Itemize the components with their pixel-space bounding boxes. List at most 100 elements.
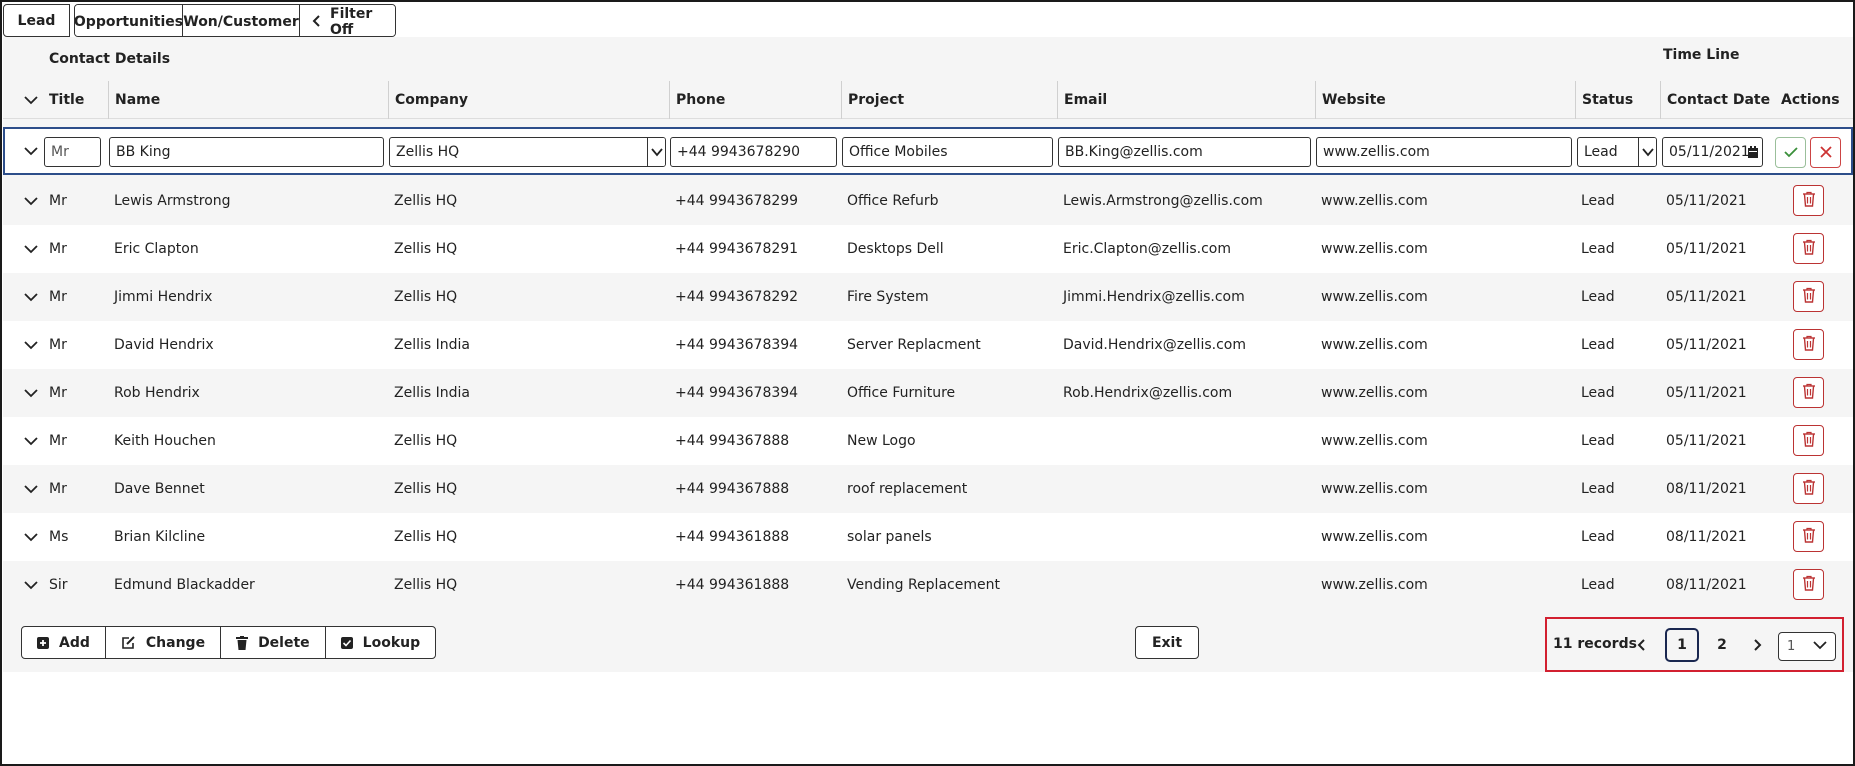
- page-size-select[interactable]: 1: [1778, 632, 1836, 661]
- website-field[interactable]: www.zellis.com: [1316, 137, 1572, 167]
- cell-phone: +44 994367888: [675, 433, 790, 449]
- page-1-button[interactable]: 1: [1665, 628, 1699, 662]
- trash-icon: [1802, 575, 1816, 595]
- table-row[interactable]: Mr Eric Clapton Zellis HQ +44 9943678291 Des…: [3, 225, 1853, 273]
- col-actions: Actions: [1781, 92, 1840, 108]
- cell-title: Sir: [49, 577, 68, 593]
- col-website[interactable]: Website: [1315, 81, 1386, 119]
- cell-phone: +44 9943678394: [675, 337, 799, 353]
- table-row[interactable]: Ms Brian Kilcline Zellis HQ +44 994361888 so…: [3, 513, 1853, 561]
- cell-status: Lead: [1581, 385, 1615, 401]
- contact-date-field[interactable]: 05/11/2021: [1662, 137, 1763, 167]
- cell-title: Mr: [49, 433, 67, 449]
- chevron-down-icon[interactable]: [647, 138, 665, 166]
- phone-field[interactable]: +44 9943678290: [670, 137, 837, 167]
- delete-row-button[interactable]: [1793, 377, 1824, 408]
- delete-button[interactable]: Delete: [221, 627, 326, 658]
- name-field[interactable]: BB King: [109, 137, 384, 167]
- col-contact-date[interactable]: Contact Date: [1660, 81, 1770, 119]
- delete-row-button[interactable]: [1793, 473, 1824, 504]
- plus-square-icon: [37, 636, 49, 649]
- edit-icon: [121, 635, 136, 650]
- cell-title: Mr: [49, 241, 67, 257]
- next-page-button[interactable]: [1747, 633, 1767, 657]
- table-row[interactable]: Mr Rob Hendrix Zellis India +44 9943678394 O…: [3, 369, 1853, 417]
- cell-name: Jimmi Hendrix: [114, 289, 213, 305]
- table-row[interactable]: Mr David Hendrix Zellis India +44 994367839…: [3, 321, 1853, 369]
- delete-row-button[interactable]: [1793, 569, 1824, 600]
- page-2-button[interactable]: 2: [1705, 628, 1739, 662]
- record-count: 11 records: [1553, 636, 1637, 652]
- col-status[interactable]: Status: [1575, 81, 1633, 119]
- cell-company: Zellis HQ: [394, 433, 458, 449]
- trash-icon: [1802, 527, 1816, 547]
- cell-date: 05/11/2021: [1666, 193, 1747, 209]
- table-row[interactable]: Mr Jimmi Hendrix Zellis HQ +44 9943678292 Fi…: [3, 273, 1853, 321]
- delete-row-button[interactable]: [1793, 185, 1824, 216]
- table-row[interactable]: Mr Lewis Armstrong Zellis HQ +44 9943678299…: [3, 177, 1853, 225]
- calendar-icon[interactable]: [1744, 138, 1762, 166]
- table-row[interactable]: Mr Dave Bennet Zellis HQ +44 994367888 roof …: [3, 465, 1853, 513]
- delete-row-button[interactable]: [1793, 329, 1824, 360]
- cell-company: Zellis HQ: [394, 577, 458, 593]
- tab-won-customer[interactable]: Won/Customer: [183, 5, 300, 36]
- email-field[interactable]: BB.King@zellis.com: [1058, 137, 1311, 167]
- cell-website: www.zellis.com: [1321, 577, 1428, 593]
- tab-lead[interactable]: Lead: [3, 4, 70, 37]
- delete-row-button[interactable]: [1793, 233, 1824, 264]
- chevron-down-icon[interactable]: [23, 577, 39, 593]
- delete-row-button[interactable]: [1793, 281, 1824, 312]
- chevron-down-icon[interactable]: [23, 385, 39, 401]
- project-field[interactable]: Office Mobiles: [842, 137, 1053, 167]
- cell-email: Lewis.Armstrong@zellis.com: [1063, 193, 1263, 209]
- lookup-button[interactable]: Lookup: [326, 627, 435, 658]
- change-button[interactable]: Change: [106, 627, 222, 658]
- cell-status: Lead: [1581, 481, 1615, 497]
- cell-project: Office Furniture: [847, 385, 956, 401]
- chevron-down-icon[interactable]: [23, 143, 39, 159]
- chevron-down-icon[interactable]: [23, 529, 39, 545]
- prev-page-button[interactable]: [1632, 633, 1652, 657]
- cell-name: Eric Clapton: [114, 241, 199, 257]
- cell-name: Keith Houchen: [114, 433, 216, 449]
- exit-button[interactable]: Exit: [1135, 626, 1199, 659]
- table-row[interactable]: Sir Edmund Blackadder Zellis HQ +44 9943618…: [3, 561, 1853, 609]
- chevron-down-icon[interactable]: [23, 337, 39, 353]
- column-header-row: Title Name Company Phone Project Email W…: [3, 81, 1853, 119]
- cancel-button[interactable]: [1810, 137, 1841, 168]
- cell-website: www.zellis.com: [1321, 289, 1428, 305]
- col-email[interactable]: Email: [1057, 81, 1107, 119]
- table-row[interactable]: Mr Keith Houchen Zellis HQ +44 994367888 New…: [3, 417, 1853, 465]
- company-select[interactable]: Zellis HQ: [389, 137, 666, 167]
- cell-website: www.zellis.com: [1321, 337, 1428, 353]
- col-project[interactable]: Project: [841, 81, 904, 119]
- col-name[interactable]: Name: [108, 81, 160, 119]
- chevron-down-icon[interactable]: [23, 241, 39, 257]
- cell-project: New Logo: [847, 433, 916, 449]
- chevron-right-icon: [1752, 636, 1762, 655]
- title-field[interactable]: Mr: [44, 137, 101, 167]
- delete-row-button[interactable]: [1793, 521, 1824, 552]
- delete-row-button[interactable]: [1793, 425, 1824, 456]
- cell-website: www.zellis.com: [1321, 385, 1428, 401]
- filter-toggle-button[interactable]: Filter Off: [300, 5, 395, 36]
- confirm-button[interactable]: [1775, 137, 1806, 168]
- chevron-down-icon[interactable]: [23, 481, 39, 497]
- chevron-down-icon[interactable]: [23, 289, 39, 305]
- cell-phone: +44 994361888: [675, 529, 790, 545]
- check-square-icon: [340, 636, 353, 649]
- col-company[interactable]: Company: [388, 81, 468, 119]
- chevron-down-icon[interactable]: [23, 193, 39, 209]
- chevron-down-icon[interactable]: [23, 92, 39, 108]
- status-select[interactable]: Lead: [1577, 137, 1657, 167]
- chevron-down-icon[interactable]: [23, 433, 39, 449]
- chevron-down-icon[interactable]: [1638, 138, 1656, 166]
- close-icon: [1819, 143, 1832, 162]
- cell-website: www.zellis.com: [1321, 241, 1428, 257]
- col-title[interactable]: Title: [49, 81, 84, 119]
- col-phone[interactable]: Phone: [669, 81, 725, 119]
- page-select-value: 1: [1787, 639, 1796, 654]
- add-button[interactable]: Add: [22, 627, 106, 658]
- tab-opportunities[interactable]: Opportunities: [75, 5, 183, 36]
- cell-company: Zellis HQ: [394, 529, 458, 545]
